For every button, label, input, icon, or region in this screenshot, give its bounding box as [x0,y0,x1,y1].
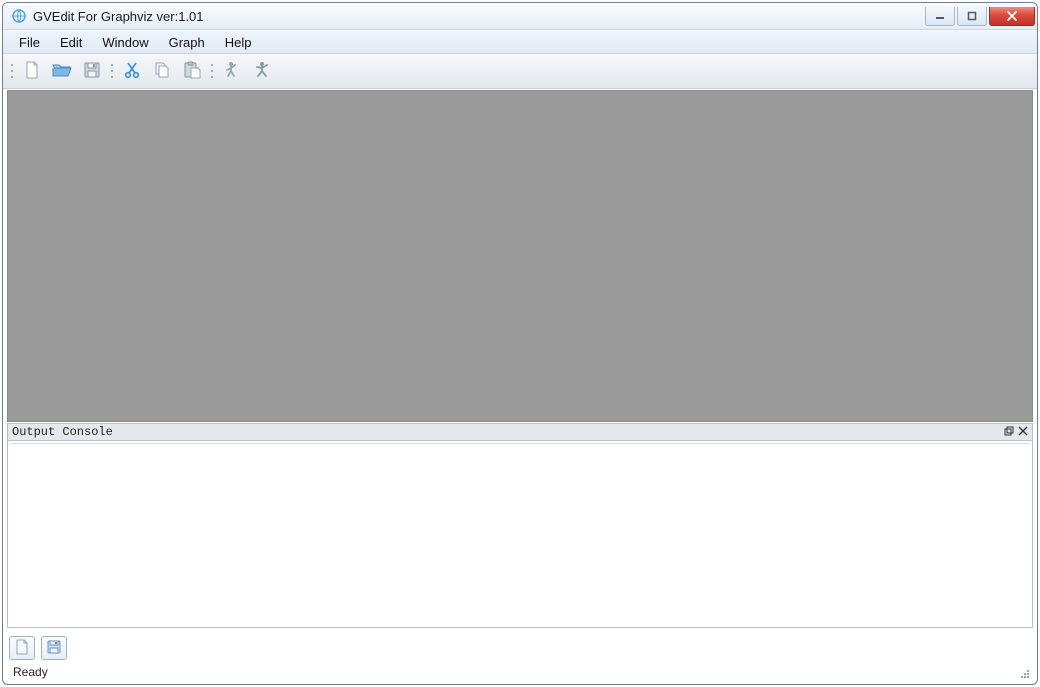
menu-edit[interactable]: Edit [50,31,92,53]
menu-window[interactable]: Window [92,31,158,53]
toolbar-handle-icon [209,58,215,84]
output-console-title: Output Console [10,425,1002,439]
close-button[interactable] [989,7,1035,26]
window-controls [925,7,1035,26]
cut-icon [122,60,142,83]
run-layout-button[interactable] [218,57,246,85]
open-folder-icon [51,60,73,83]
size-grip-icon[interactable] [1017,666,1031,680]
close-console-button[interactable] [1016,425,1030,439]
status-text: Ready [13,665,1027,679]
copy-icon [152,60,172,83]
run-icon [222,60,242,83]
save-icon [82,60,102,83]
save-icon [47,640,61,657]
app-icon [11,8,27,24]
bottom-iconbar [9,634,1031,662]
copy-button[interactable] [148,57,176,85]
window-title: GVEdit For Graphviz ver:1.01 [33,9,925,24]
open-file-button[interactable] [48,57,76,85]
menubar: File Edit Window Graph Help [3,30,1037,54]
title-bar: GVEdit For Graphviz ver:1.01 [3,3,1037,30]
run-settings-button[interactable] [248,57,276,85]
new-file-icon [22,60,42,83]
toolbar-handle-icon [9,58,15,84]
mdi-workspace[interactable] [7,90,1033,422]
menu-graph[interactable]: Graph [159,31,215,53]
paste-icon [182,60,202,83]
close-icon [1018,426,1028,439]
document-icon [15,639,29,658]
status-bar: Ready [7,662,1033,682]
menu-file[interactable]: File [9,31,50,53]
toolbar [3,54,1037,89]
save-button[interactable] [78,57,106,85]
maximize-button[interactable] [957,7,987,26]
bottom-new-button[interactable] [9,636,35,660]
undock-icon [1004,426,1014,439]
toolbar-handle-icon [109,58,115,84]
run-man-icon [252,60,272,83]
cut-button[interactable] [118,57,146,85]
output-console-body[interactable] [7,441,1033,628]
minimize-button[interactable] [925,7,955,26]
output-console-panel: Output Console [7,423,1033,628]
undock-console-button[interactable] [1002,425,1016,439]
output-console-header: Output Console [7,423,1033,441]
paste-button[interactable] [178,57,206,85]
app-window: GVEdit For Graphviz ver:1.01 File Edit W… [2,2,1038,685]
new-file-button[interactable] [18,57,46,85]
menu-help[interactable]: Help [215,31,262,53]
bottom-save-button[interactable] [41,636,67,660]
